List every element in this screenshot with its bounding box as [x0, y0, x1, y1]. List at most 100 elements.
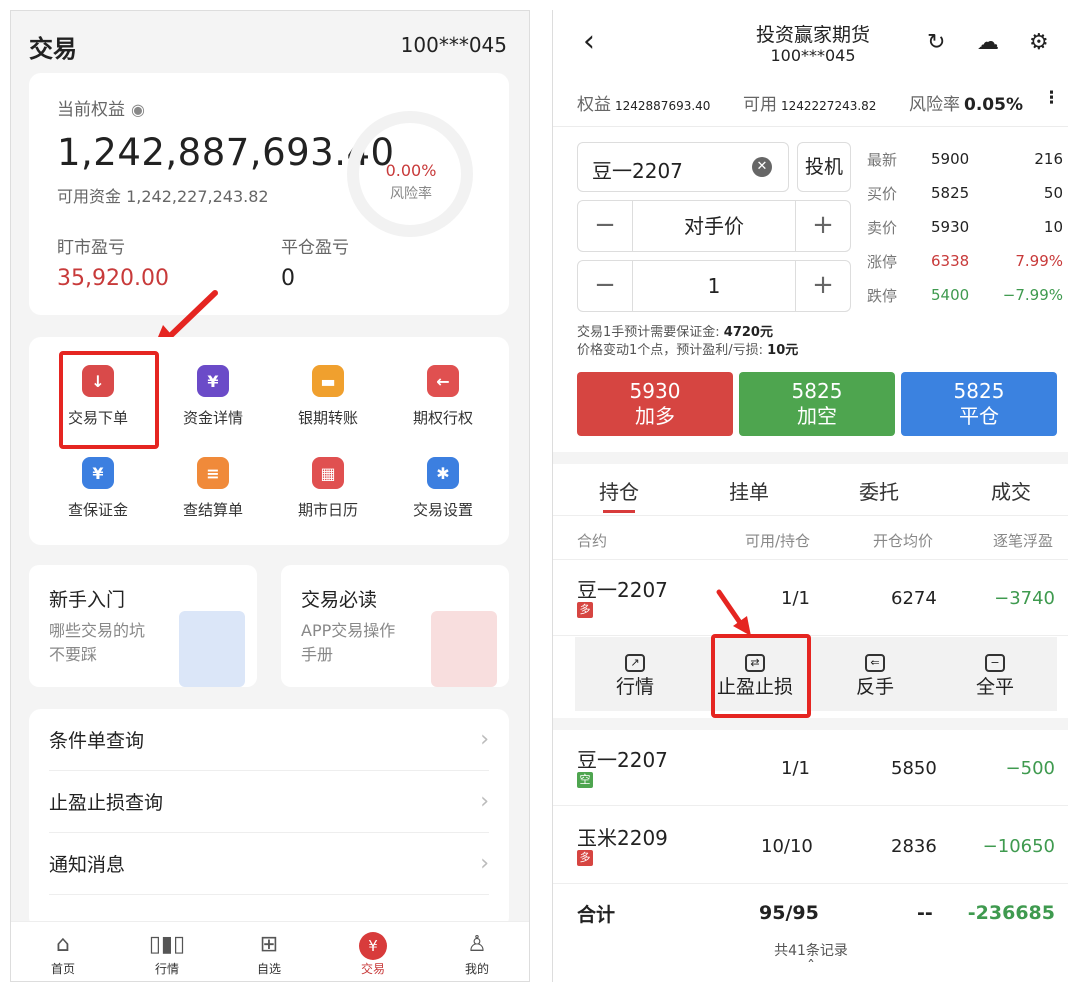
tab-watchlist[interactable]: ⊞ 自选 — [239, 930, 299, 977]
tab-trades[interactable]: 成交 — [991, 476, 1031, 505]
speculation-button[interactable]: 投机 — [797, 142, 851, 192]
equity-label: 权益 — [577, 95, 611, 115]
grid-item[interactable]: ← 期权行权 — [388, 365, 498, 428]
gear-icon[interactable]: ⚙ — [1029, 30, 1049, 55]
tab-label: 行情 — [154, 962, 179, 976]
eye-icon[interactable]: ◉ — [131, 100, 145, 119]
promo-illustration-icon — [431, 611, 497, 687]
note-text: 价格变动1个点，预计盈利/亏损: — [577, 343, 764, 358]
promo-title: 新手入门 — [49, 589, 126, 611]
query-links: 条件单查询 › 止盈止损查询 › 通知消息 › — [29, 709, 509, 929]
action-market[interactable]: ↗ 行情 — [585, 649, 685, 699]
account-summary: 权益 1242887693.40 可用 1242227243.82 风险率 0.05%… — [553, 82, 1068, 122]
minus-icon[interactable]: − — [578, 261, 632, 311]
link-conditional-orders[interactable]: 条件单查询 › — [49, 709, 489, 771]
promo-illustration-icon — [179, 611, 245, 687]
grid-item[interactable]: ▬ 银期转账 — [273, 365, 383, 428]
close-position-button[interactable]: 5825 平仓 — [901, 372, 1057, 436]
total-qty: 95/95 — [759, 902, 819, 924]
chevron-right-icon: › — [480, 789, 489, 814]
button-price: 5930 — [629, 379, 681, 403]
action-close-all[interactable]: − 全平 — [945, 649, 1045, 699]
user-icon: ♙ — [467, 932, 487, 957]
quote-volume: 216 — [1034, 150, 1063, 168]
chevron-right-icon: › — [480, 727, 489, 752]
tab-label: 交易 — [360, 962, 385, 976]
highlight-box — [711, 634, 811, 718]
reverse-icon: ⇐ — [865, 654, 885, 672]
link-notifications[interactable]: 通知消息 › — [49, 833, 489, 895]
table-row[interactable]: 豆一2207 多 1/1 6274 −3740 — [553, 560, 1068, 636]
plus-icon[interactable]: + — [796, 201, 850, 251]
grid-item-label: 银期转账 — [297, 409, 358, 427]
tab-label: 首页 — [50, 962, 75, 976]
tab-positions[interactable]: 持仓 — [599, 476, 639, 505]
cloud-icon[interactable]: ☁ — [977, 30, 999, 55]
more-icon[interactable]: ⋮ — [1043, 88, 1060, 108]
table-header: 合约 可用/持仓 开仓均价 逐笔浮盈 — [553, 516, 1068, 560]
link-stop-orders[interactable]: 止盈止损查询 › — [49, 771, 489, 833]
quote-label: 涨停 — [867, 252, 898, 271]
total-label: 合计 — [577, 904, 616, 926]
price-mode[interactable]: 对手价 — [632, 201, 796, 251]
quote-row: 涨停 6338 7.99% — [867, 244, 1063, 278]
add-box-icon: ⊞ — [259, 932, 279, 957]
quote-volume: 10 — [1043, 218, 1063, 236]
button-label: 加多 — [635, 404, 675, 428]
tab-trade[interactable]: ¥ 交易 — [343, 930, 403, 977]
quantity-value[interactable]: 1 — [632, 261, 796, 311]
tab-pending[interactable]: 挂单 — [729, 476, 769, 505]
chevron-up-icon[interactable]: ˆ — [553, 959, 1068, 975]
grid-item[interactable]: ≡ 查结算单 — [158, 457, 268, 520]
link-label: 止盈止损查询 — [49, 792, 164, 814]
account-number: 100***045 — [400, 33, 507, 57]
contract-value: 豆一2207 — [592, 159, 683, 183]
quote-row: 跌停 5400 −7.99% — [867, 278, 1063, 312]
record-count[interactable]: 共41条记录 ˆ — [553, 940, 1068, 975]
note-text: 交易1手预计需要保证金: — [577, 325, 720, 340]
home-icon: ⌂ — [56, 932, 70, 957]
close-pnl-label: 平仓盈亏 — [281, 238, 349, 258]
promo-must-read[interactable]: 交易必读 APP交易操作手册 — [281, 565, 509, 687]
button-price: 5825 — [791, 379, 843, 403]
back-icon[interactable]: ‹ — [583, 24, 595, 59]
quote-price: 5930 — [931, 218, 970, 236]
total-pnl: -236685 — [967, 902, 1055, 924]
tab-mine[interactable]: ♙ 我的 — [447, 930, 507, 977]
tab-orders[interactable]: 委托 — [859, 476, 899, 505]
contract-input[interactable]: 豆一2207 ✕ — [577, 142, 789, 192]
clear-icon[interactable]: ✕ — [752, 157, 772, 177]
grid-item[interactable]: ¥ 资金详情 — [158, 365, 268, 428]
grid-item-label: 查结算单 — [182, 501, 243, 519]
order-screen: ‹ 投资赢家期货 100***045 ↻ ☁ ⚙ 权益 1242887693.40… — [552, 10, 1068, 982]
grid-item[interactable]: ✱ 交易设置 — [388, 457, 498, 520]
position-pnl: −10650 — [982, 836, 1055, 857]
minus-icon[interactable]: − — [578, 201, 632, 251]
risk-value: 0.05% — [964, 95, 1023, 115]
grid-item[interactable]: ¥ 查保证金 — [43, 457, 153, 520]
quote-label: 卖价 — [867, 218, 898, 237]
tab-home[interactable]: ⌂ 首页 — [33, 930, 93, 977]
table-row[interactable]: 豆一2207 空 1/1 5850 −500 — [553, 730, 1068, 806]
quote-price: 5900 — [931, 150, 970, 168]
yuan-icon: ¥ — [343, 930, 403, 960]
tab-market[interactable]: ▯▮▯ 行情 — [137, 930, 197, 977]
sell-short-button[interactable]: 5825 加空 — [739, 372, 895, 436]
grid-item[interactable]: ▦ 期市日历 — [273, 457, 383, 520]
mtm-pnl-label: 盯市盈亏 — [57, 238, 125, 258]
buy-long-button[interactable]: 5930 加多 — [577, 372, 733, 436]
grid-item-label: 交易设置 — [412, 501, 473, 519]
risk-rate-value: 0.00% — [385, 161, 437, 180]
col-avg: 开仓均价 — [873, 532, 934, 550]
direction-badge: 空 — [577, 772, 593, 788]
action-reverse[interactable]: ⇐ 反手 — [825, 649, 925, 699]
divider — [553, 126, 1068, 127]
chart-bars-icon: ▯▮▯ — [148, 932, 186, 957]
position-avg: 6274 — [891, 588, 937, 609]
risk-label: 风险率 — [909, 95, 960, 115]
plus-icon[interactable]: + — [796, 261, 850, 311]
table-row[interactable]: 玉米2209 多 10/10 2836 −10650 — [553, 808, 1068, 884]
equity-value: 1,242,887,693.40 — [57, 131, 395, 174]
promo-beginner[interactable]: 新手入门 哪些交易的坑不要踩 — [29, 565, 257, 687]
refresh-icon[interactable]: ↻ — [927, 30, 945, 55]
